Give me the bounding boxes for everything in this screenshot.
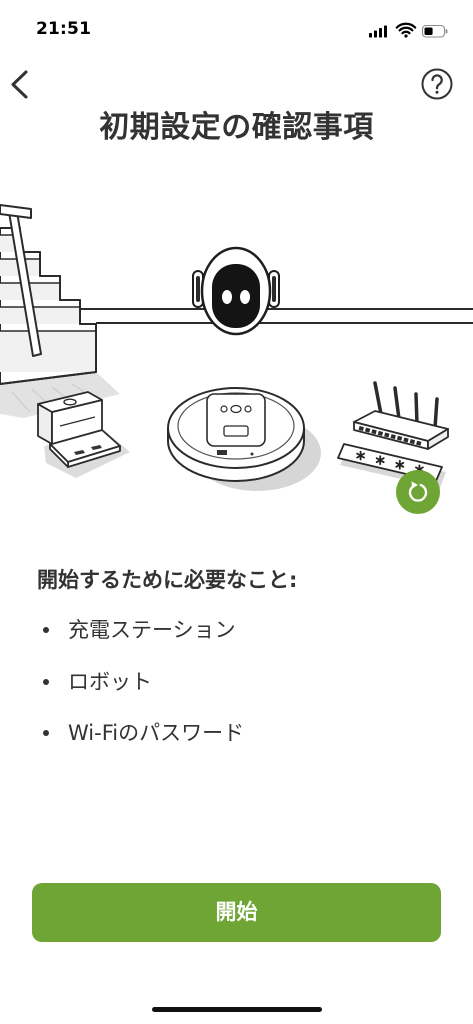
wifi-arc-inner (401, 30, 411, 35)
setup-checklist-screen: 21:51 初期設定の確認事項 開始するために必要なこと: 充電ステーション ロ… (0, 0, 473, 1024)
signal-icon (369, 25, 387, 38)
setup-illustration (0, 204, 473, 491)
robot-eye-left (222, 290, 232, 304)
list-item: 充電ステーション (0, 611, 473, 649)
signal-bar (369, 33, 372, 38)
robot-ear-right-inner (272, 276, 276, 302)
robot-ear-left-inner (196, 276, 200, 302)
replay-animation-button[interactable] (396, 470, 440, 514)
help-circle (421, 68, 453, 100)
charging-station (37, 391, 130, 478)
wifi-icon (395, 22, 417, 38)
battery-level-fill (424, 27, 433, 35)
status-time: 21:51 (36, 19, 92, 39)
list-item: Wi-Fiのパスワード (0, 714, 473, 752)
wall-baseboard (80, 308, 473, 324)
robot-face (212, 264, 260, 328)
home-indicator[interactable] (152, 1007, 322, 1012)
back-button[interactable] (4, 68, 32, 102)
stair-riser (0, 331, 96, 372)
bullet-icon (43, 678, 49, 685)
vacuum-front-dot (250, 452, 254, 456)
start-button[interactable]: 開始 (32, 883, 441, 942)
requirement-label: 充電ステーション (68, 618, 236, 642)
stairs (0, 204, 120, 418)
question-mark-dot (435, 90, 439, 94)
robot-eye-right (240, 290, 250, 304)
chevron-left-path (11, 70, 28, 99)
requirements-list: 充電ステーション ロボット Wi-Fiのパスワード (0, 611, 473, 766)
chevron-left-icon (11, 70, 28, 99)
stair-railing-top (0, 204, 32, 219)
battery-cap (445, 29, 448, 34)
battery-icon (421, 24, 448, 38)
question-mark-path (431, 74, 443, 90)
stair-riser (0, 307, 80, 324)
wifi-arc-middle (398, 26, 414, 32)
robot-character (192, 246, 280, 336)
requirements-heading: 開始するために必要なこと: (37, 568, 298, 592)
bullet-icon (43, 627, 49, 633)
dock-button (63, 398, 77, 406)
wifi-router (353, 381, 449, 450)
signal-bar (374, 30, 377, 38)
page-title: 初期設定の確認事項 (99, 110, 374, 145)
replay-arrowhead (411, 481, 418, 489)
replay-icon (408, 481, 428, 502)
help-button[interactable] (420, 67, 454, 101)
bullet-icon (43, 730, 49, 736)
signal-bar (384, 25, 387, 38)
status-icons (369, 22, 448, 38)
list-item: ロボット (0, 663, 473, 701)
requirement-label: Wi-Fiのパスワード (68, 721, 245, 745)
vacuum-front-sensor (217, 450, 227, 455)
robot-vacuum (167, 387, 321, 491)
wifi-dot (404, 34, 408, 38)
help-circle-icon (421, 68, 453, 100)
signal-bar (379, 28, 382, 38)
requirement-label: ロボット (68, 669, 152, 694)
vacuum-top-plate (206, 393, 266, 447)
